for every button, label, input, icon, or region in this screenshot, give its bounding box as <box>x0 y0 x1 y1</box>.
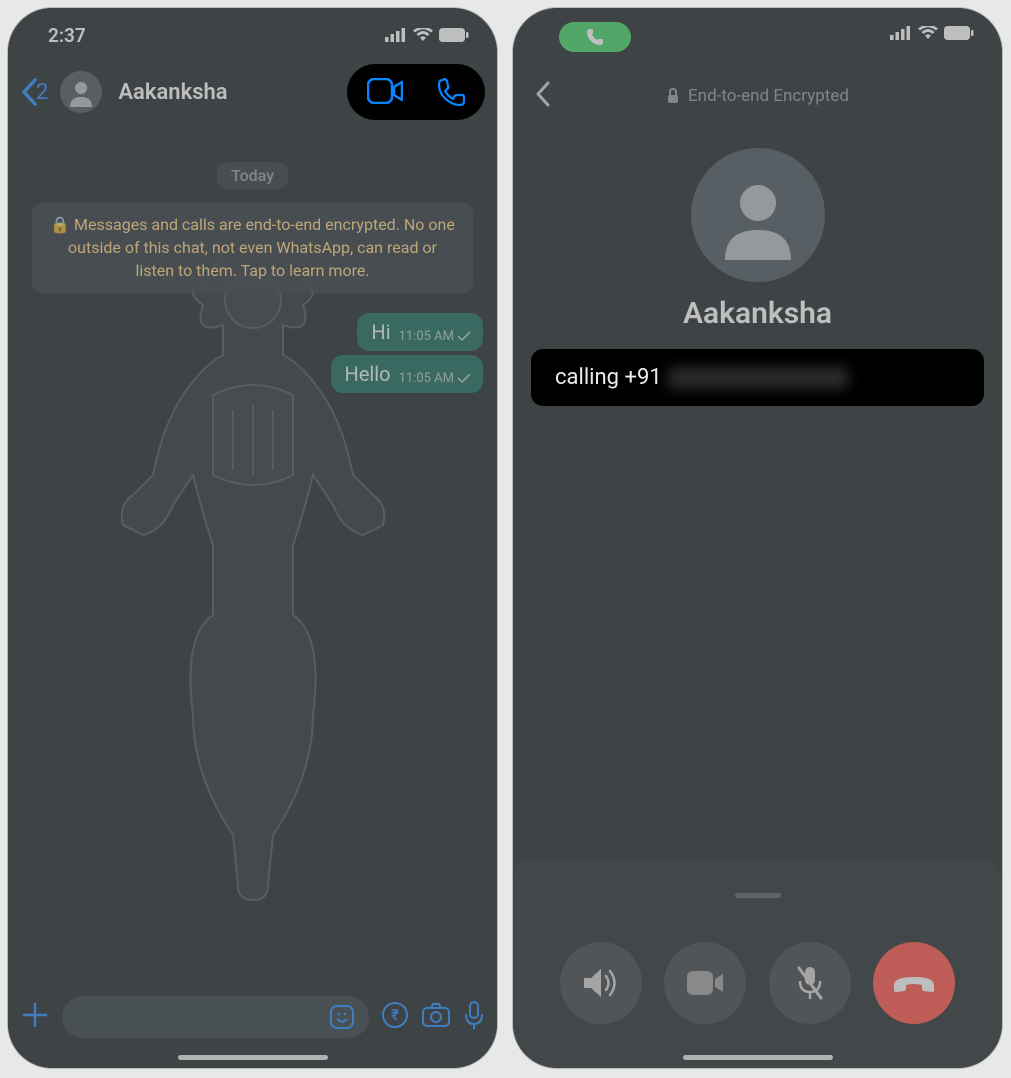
person-icon <box>66 77 96 107</box>
video-icon <box>367 78 403 104</box>
message-row[interactable]: Hello 11:05 AM <box>22 355 483 393</box>
speaker-icon <box>582 966 620 1000</box>
message-bubble: Hello 11:05 AM <box>331 355 483 393</box>
status-bar: 2:37 <box>8 8 497 62</box>
message-text: Hello <box>345 362 391 386</box>
status-icons <box>890 26 974 40</box>
call-header: End-to-end Encrypted <box>513 86 1002 106</box>
svg-text:₹: ₹ <box>391 1006 399 1024</box>
status-time: 2:37 <box>48 24 86 47</box>
message-bubble: Hi 11:05 AM <box>357 313 483 351</box>
battery-icon <box>944 26 974 40</box>
phone-down-icon <box>892 973 936 993</box>
voice-call-button[interactable] <box>437 78 465 106</box>
check-icon <box>457 373 473 384</box>
call-buttons-highlight <box>347 64 485 120</box>
minimize-call-button[interactable] <box>535 81 551 112</box>
sticker-icon <box>329 1004 355 1030</box>
camera-icon <box>421 1002 451 1028</box>
lock-icon <box>666 88 680 104</box>
call-controls <box>513 942 1002 1024</box>
phone-icon <box>437 78 465 106</box>
video-call-button[interactable] <box>367 78 403 106</box>
active-call-pill[interactable] <box>559 22 631 52</box>
redacted-number <box>668 367 848 389</box>
calling-text: calling +91 <box>555 365 662 390</box>
back-count: 2 <box>36 80 48 105</box>
mute-button[interactable] <box>769 942 851 1024</box>
chevron-left-icon <box>535 81 551 107</box>
wifi-icon <box>918 26 938 40</box>
plus-icon <box>20 1000 50 1030</box>
contact-avatar[interactable] <box>60 71 102 113</box>
check-icon <box>457 331 473 342</box>
home-indicator[interactable] <box>178 1055 328 1060</box>
attach-button[interactable] <box>20 1000 50 1034</box>
battery-icon <box>439 28 469 42</box>
sheet-handle[interactable] <box>735 893 781 898</box>
encryption-notice[interactable]: 🔒 Messages and calls are end-to-end encr… <box>32 203 473 293</box>
message-text: Hi <box>371 320 390 344</box>
mic-off-icon <box>795 964 825 1002</box>
message-row[interactable]: Hi 11:05 AM <box>22 313 483 351</box>
mic-icon <box>463 1000 485 1030</box>
speaker-button[interactable] <box>560 942 642 1024</box>
message-time: 11:05 AM <box>399 371 454 386</box>
contact-name[interactable]: Aakanksha <box>118 80 341 105</box>
chat-area[interactable]: Today 🔒 Messages and calls are end-to-en… <box>8 122 497 988</box>
end-call-button[interactable] <box>873 942 955 1024</box>
back-button[interactable]: 2 <box>20 78 48 106</box>
cellular-icon <box>890 26 912 40</box>
message-time: 11:05 AM <box>399 329 454 344</box>
mic-button[interactable] <box>463 1000 485 1034</box>
cellular-icon <box>385 28 407 42</box>
message-input[interactable] <box>62 996 369 1038</box>
date-separator: Today <box>217 162 288 189</box>
wifi-icon <box>413 28 433 42</box>
payment-button[interactable]: ₹ <box>381 1001 409 1033</box>
nav-bar: 2 Aakanksha <box>8 62 497 122</box>
encryption-label: End-to-end Encrypted <box>688 86 849 106</box>
call-screen: End-to-end Encrypted Aakanksha calling +… <box>513 8 1002 1068</box>
camera-button[interactable] <box>421 1002 451 1032</box>
video-toggle-button[interactable] <box>664 942 746 1024</box>
phone-icon <box>586 28 604 46</box>
composer-bar: ₹ <box>8 988 497 1046</box>
chat-screen: 2:37 2 Aakanksha <box>8 8 497 1068</box>
home-indicator[interactable] <box>683 1055 833 1060</box>
rupee-icon: ₹ <box>381 1001 409 1029</box>
status-icons <box>385 28 469 42</box>
video-icon <box>685 969 725 997</box>
calling-status-highlight: calling +91 <box>531 349 984 406</box>
